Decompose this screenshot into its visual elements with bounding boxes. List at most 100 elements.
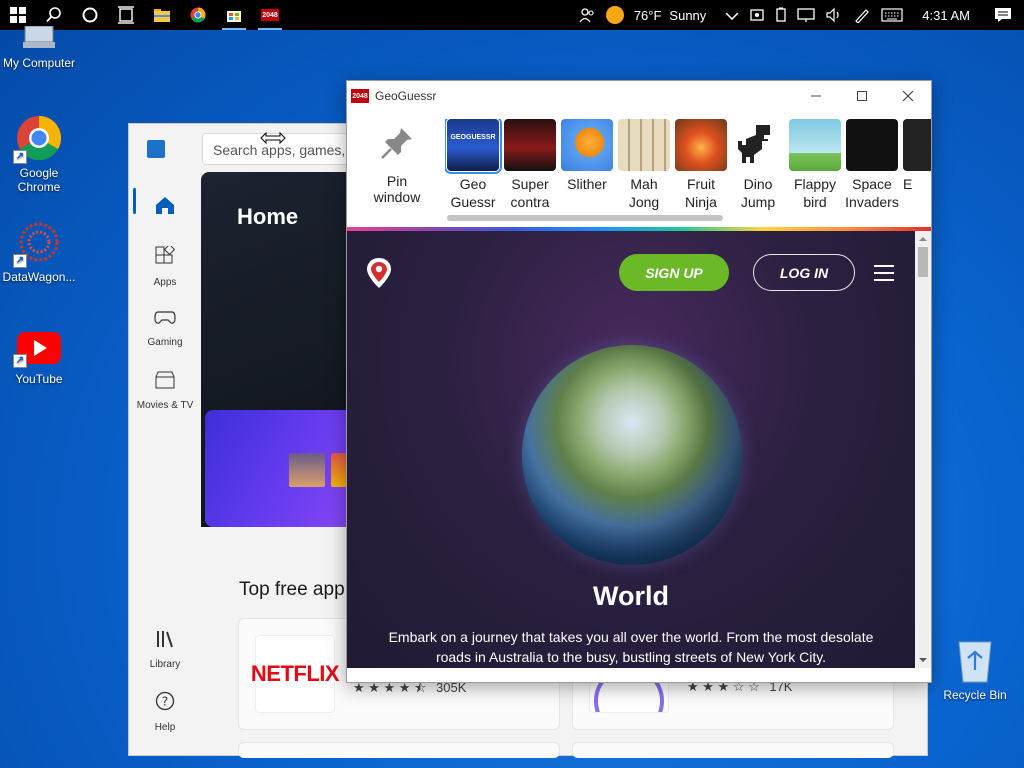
game-label: Fruit: [687, 176, 715, 192]
game-partial[interactable]: E: [901, 119, 931, 193]
svg-text:?: ?: [162, 695, 168, 709]
action-center-button[interactable]: [984, 7, 1024, 23]
pushpin-icon: [381, 128, 412, 159]
maximize-button[interactable]: [839, 81, 885, 111]
clock[interactable]: 4:31 AM: [908, 8, 984, 23]
nav-home[interactable]: [129, 174, 201, 236]
nav-label: Apps: [153, 277, 177, 288]
close-icon: [902, 90, 914, 102]
cortana-circle-icon: [82, 7, 98, 23]
tray-battery[interactable]: [770, 7, 792, 23]
help-icon: ?: [155, 691, 175, 716]
scroll-thumb[interactable]: [918, 247, 928, 277]
nav-movies-tv[interactable]: Movies & TV: [129, 360, 201, 422]
netflix-logo: NETFLIX: [251, 635, 340, 713]
weather-widget[interactable]: 76°F Sunny: [601, 6, 720, 24]
game-label: contra: [510, 194, 550, 210]
game-label: E: [903, 176, 913, 192]
nav-help[interactable]: ? Help: [129, 681, 201, 743]
tray-keyboard[interactable]: [876, 8, 908, 22]
store-bag-icon: [227, 11, 241, 22]
window-title: GeoGuessr: [375, 89, 437, 103]
game-thumb: [903, 119, 931, 171]
game-fruit-ninja[interactable]: Fruit Ninja: [673, 119, 729, 211]
speaker-icon: [826, 7, 839, 23]
game-super-contra[interactable]: Super contra: [502, 119, 558, 211]
page-title: Home: [237, 204, 299, 229]
game-mahjong[interactable]: Mah Jong: [616, 119, 672, 211]
weather-temp: 76°F: [633, 7, 662, 23]
vertical-scrollbar[interactable]: [915, 231, 931, 668]
section-title: Top free app: [239, 579, 345, 600]
game-label: Guessr: [450, 194, 496, 210]
nav-gaming[interactable]: Gaming: [129, 298, 201, 360]
window-titlebar[interactable]: 2048 GeoGuessr: [347, 81, 931, 111]
people-button[interactable]: [573, 7, 601, 23]
store-logo-icon: [147, 140, 165, 158]
game-label: Super: [511, 176, 549, 192]
scroll-down-arrow-icon[interactable]: [915, 654, 931, 666]
shortcut-arrow-icon: ↗: [13, 354, 27, 368]
recycle-bin-icon: [951, 636, 999, 684]
game-label: Slither: [567, 176, 607, 192]
location-pin-icon[interactable]: [365, 257, 393, 289]
game-flappy-bird[interactable]: Flappy bird: [787, 119, 843, 211]
taskbar-chrome[interactable]: [180, 0, 216, 30]
youtube-icon: ↗: [13, 326, 63, 374]
world-globe-image[interactable]: [522, 345, 742, 565]
app-2048-icon: 2048: [351, 89, 369, 103]
nav-library[interactable]: Library: [129, 619, 201, 681]
scroll-up-arrow-icon[interactable]: [915, 233, 931, 245]
app-card-4[interactable]: [572, 742, 894, 758]
game-label: Flappy: [793, 176, 837, 192]
desktop-icon-datawagon[interactable]: ↗ DataWagon...: [0, 218, 79, 284]
signup-button[interactable]: SIGN UP: [619, 254, 729, 291]
game-space-invaders[interactable]: Space Invaders: [844, 119, 900, 211]
library-icon: [155, 630, 175, 653]
game-thumb: [789, 119, 841, 171]
clapper-icon: [155, 371, 175, 394]
desktop-icon-recycle-bin[interactable]: Recycle Bin: [935, 636, 1015, 702]
notification-icon: [995, 8, 1011, 22]
game-thumb: [732, 119, 784, 171]
store-bottom-nav: Library ? Help: [129, 619, 201, 743]
desktop-icon-google-chrome[interactable]: ↗ Google Chrome: [0, 114, 79, 194]
game-thumb: [675, 119, 727, 171]
show-hidden-icons-button[interactable]: [720, 10, 744, 20]
featured-thumb: [289, 453, 325, 487]
pin-window-button[interactable]: Pin window: [357, 125, 437, 205]
tray-volume[interactable]: [820, 7, 848, 23]
tray-device[interactable]: [744, 7, 770, 23]
taskbar-file-explorer[interactable]: [144, 0, 180, 30]
app-card-3[interactable]: [238, 742, 560, 758]
horizontal-scrollbar[interactable]: [447, 215, 723, 221]
nav-label: Movies & TV: [136, 400, 194, 411]
chevron-up-icon: [725, 12, 739, 20]
taskbar: 2048 76°F Sunny 4:31 AM: [0, 0, 1024, 30]
minimize-button[interactable]: [793, 81, 839, 111]
tray-pen[interactable]: [848, 7, 876, 23]
taskbar-ms-store[interactable]: [216, 0, 252, 30]
nav-apps[interactable]: Apps: [129, 236, 201, 298]
battery-icon: [776, 7, 786, 22]
minimize-icon: [811, 95, 821, 97]
game-label: Space: [852, 176, 892, 192]
game-label: Jump: [740, 194, 776, 210]
game-dino-jump[interactable]: Dino Jump: [730, 119, 786, 211]
nav-label: Gaming: [147, 337, 183, 348]
pin-label: window: [373, 189, 421, 205]
game-geoguessr[interactable]: GEOGUESSR Geo Guessr: [445, 119, 502, 211]
game-slither[interactable]: Slither: [559, 119, 615, 193]
taskbar-2048-app[interactable]: 2048: [252, 0, 288, 30]
task-view-button[interactable]: [108, 0, 144, 30]
desktop-icon-youtube[interactable]: ↗ YouTube: [0, 326, 79, 386]
login-button[interactable]: LOG IN: [753, 254, 855, 291]
computer-icon: [15, 25, 63, 52]
close-button[interactable]: [885, 81, 931, 111]
desktop-icon-my-computer[interactable]: My Computer: [0, 25, 79, 70]
tray-network[interactable]: [792, 7, 820, 23]
menu-hamburger-icon[interactable]: [874, 265, 894, 286]
map-title: World: [593, 581, 669, 611]
game-thumb: [561, 119, 613, 171]
home-icon: [156, 197, 174, 214]
